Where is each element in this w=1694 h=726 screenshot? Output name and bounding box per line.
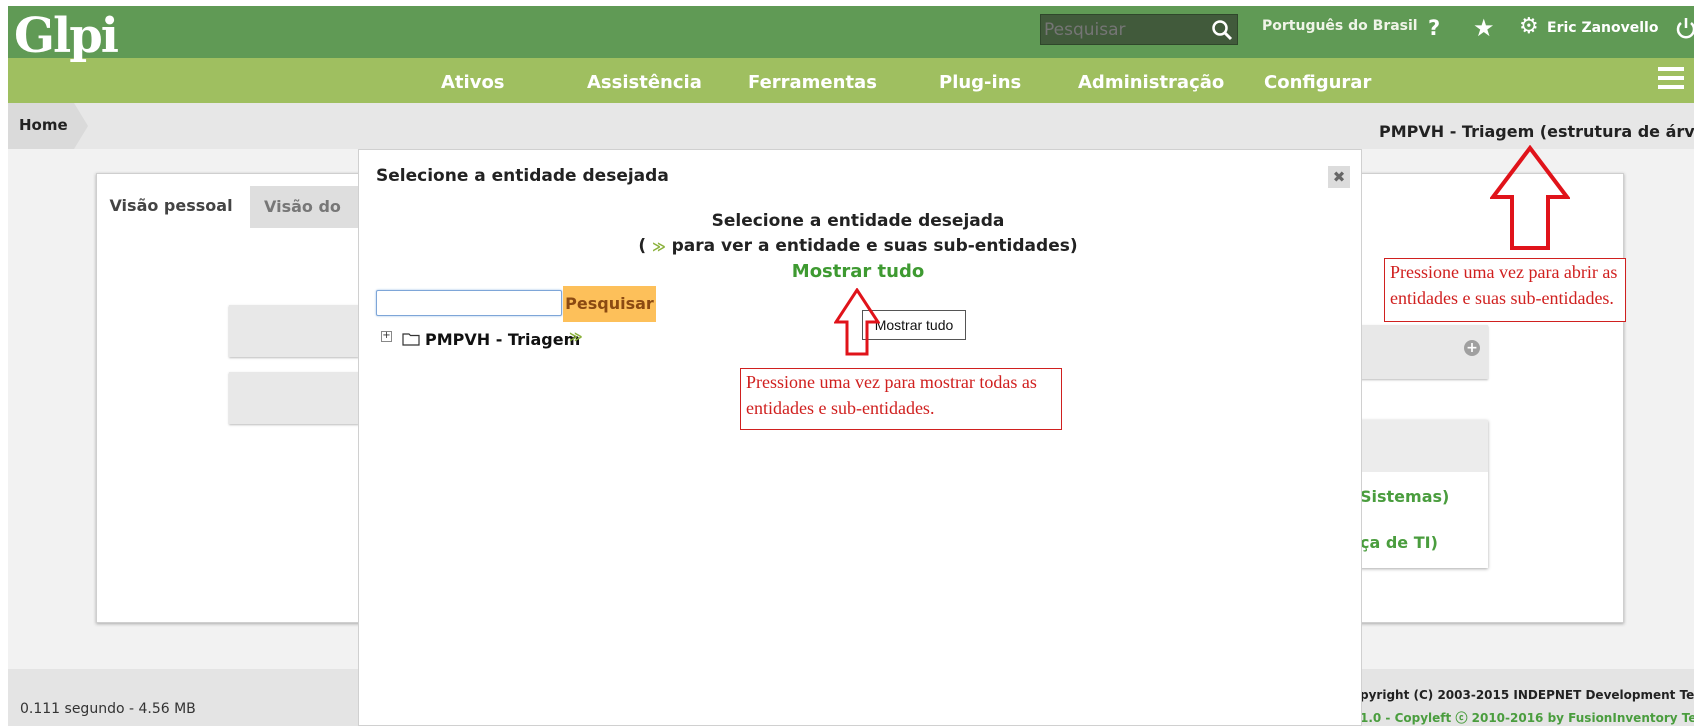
nav-configurar[interactable]: Configurar [1264,72,1371,93]
breadcrumb-home[interactable]: Home [19,116,68,134]
current-entity[interactable]: PMPVH - Triagem (estrutura de árvore [1379,122,1694,141]
power-icon[interactable] [1676,16,1694,40]
gear-icon[interactable]: ⚙ [1519,14,1539,39]
plus-icon[interactable]: + [1464,340,1480,356]
subheading-text: para ver a entidade e suas sub-entidades… [671,236,1078,256]
dashboard-box [229,305,359,357]
nav-administracao[interactable]: Administração [1078,72,1224,93]
nav-plugins[interactable]: Plug-ins [939,72,1021,93]
glpi-logo[interactable]: Glpi [14,12,119,60]
tab-personal-view[interactable]: Visão pessoal [106,184,236,228]
entity-search-input[interactable] [376,290,562,316]
dashboard-box [229,372,359,424]
folder-icon [402,331,420,346]
dashboard-list-header [1360,420,1488,472]
show-all-link[interactable]: Mostrar tudo [700,261,1016,282]
annotation-note-show-all: Pressione uma vez para mostrar todas as … [740,368,1062,430]
footer-copyright: pyright (C) 2003-2015 INDEPNET Developme… [1360,688,1694,702]
global-search-input[interactable] [1044,18,1194,42]
dialog-subheading: ( ≫ para ver a entidade e suas sub-entid… [608,236,1108,256]
note-line: Pressione uma vez para abrir as [1390,262,1618,282]
user-menu[interactable]: Eric Zanovello [1547,20,1658,36]
dialog-heading: Selecione a entidade desejada [711,211,1005,231]
nav-ativos[interactable]: Ativos [441,72,505,93]
entity-search-button[interactable]: Pesquisar [563,286,656,322]
double-chevron-icon: ≫ [652,240,666,255]
list-item-link[interactable]: ça de TI) [1360,533,1438,552]
footer-timing: 0.111 segundo - 4.56 MB [20,701,196,717]
subheading-open-paren: ( [638,236,647,256]
top-header-bar [8,6,1694,58]
up-arrow-annotation [1488,144,1572,251]
search-icon[interactable] [1210,18,1234,42]
close-icon[interactable]: ✖ [1328,166,1350,188]
tab-group-view[interactable]: Visão do gr [250,186,360,228]
hamburger-icon[interactable] [1656,63,1686,93]
note-line: Pressione uma vez para mostrar todas as [746,372,1037,392]
double-chevron-icon[interactable]: ≫ [569,330,583,345]
nav-assistencia[interactable]: Assistência [587,72,702,93]
footer-copyleft[interactable]: 1.0 - Copyleft ⓒ 2010-2016 by FusionInve… [1360,709,1694,726]
language-selector[interactable]: Português do Brasil [1262,18,1418,34]
tree-node-label[interactable]: PMPVH - Triagem [425,330,580,349]
help-icon[interactable]: ? [1428,16,1440,40]
dialog-title: Selecione a entidade desejada [376,166,669,186]
note-line: entidades e suas sub-entidades. [1390,288,1614,308]
star-icon[interactable]: ★ [1473,14,1495,42]
tree-expand-icon[interactable]: + [381,331,392,342]
up-arrow-annotation [833,287,881,356]
annotation-note-open: Pressione uma vez para abrir as entidade… [1384,258,1626,322]
note-line: entidades e sub-entidades. [746,398,935,418]
list-item-link[interactable]: Sistemas) [1360,487,1449,506]
nav-ferramentas[interactable]: Ferramentas [748,72,877,93]
